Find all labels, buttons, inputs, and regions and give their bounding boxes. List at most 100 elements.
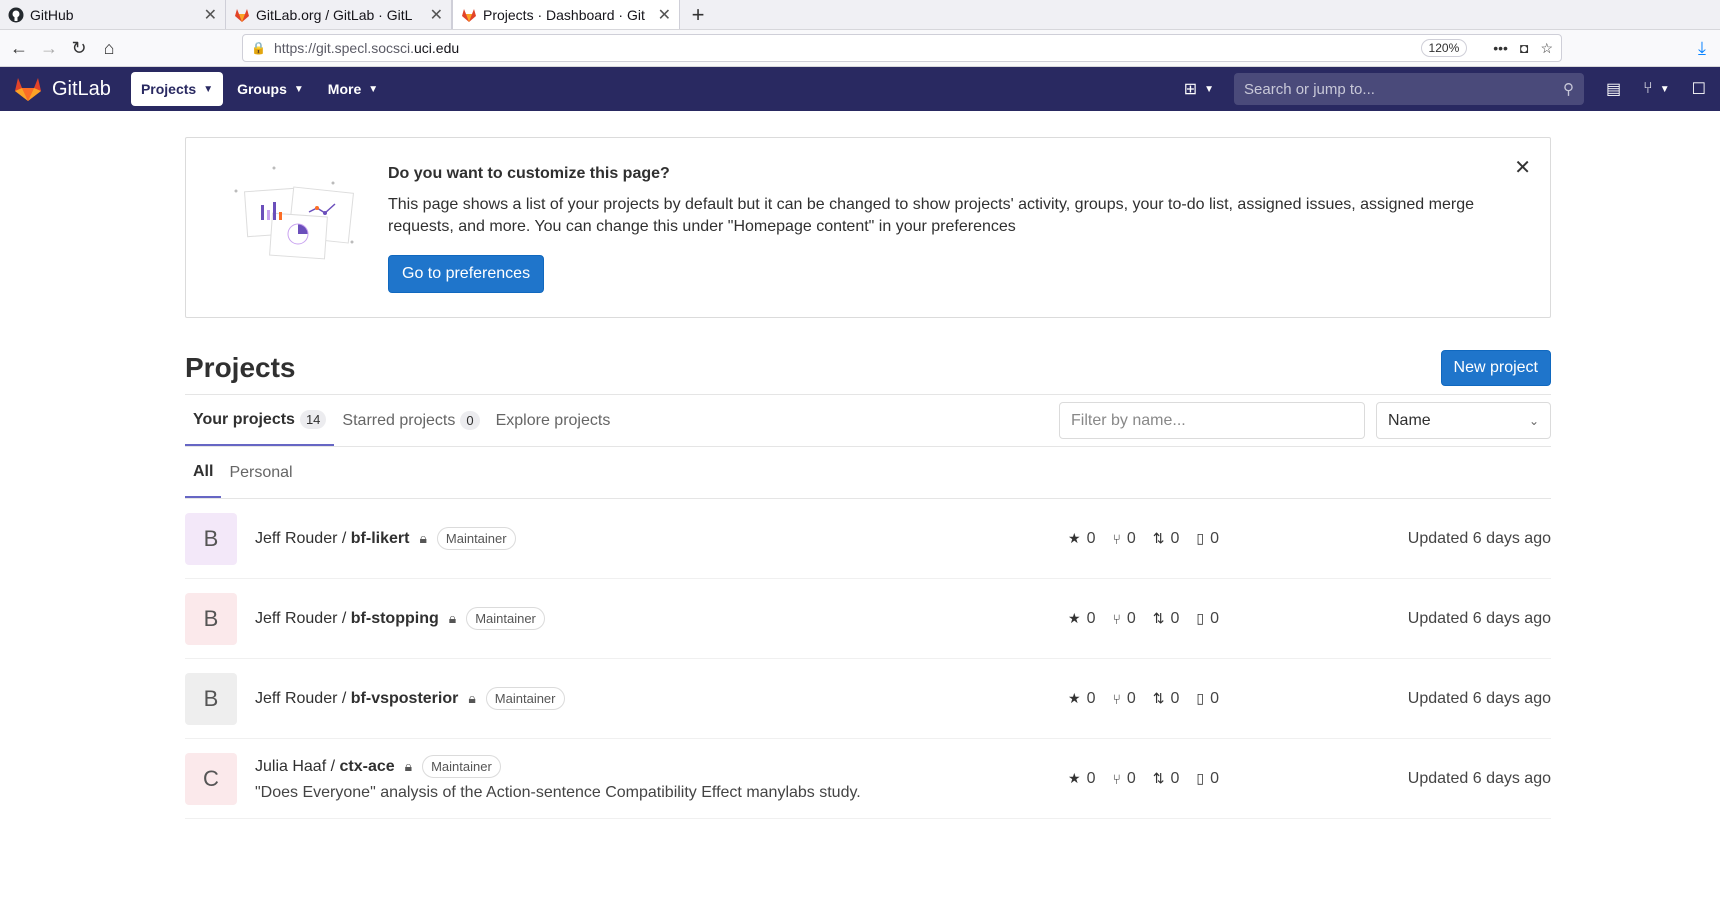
bookmark-star-icon[interactable]: ☆ (1540, 40, 1553, 57)
tab-your-projects[interactable]: Your projects 14 (185, 395, 335, 446)
home-icon[interactable]: ⌂ (94, 33, 124, 63)
issues-count[interactable]: ▯ 0 (1196, 690, 1219, 708)
project-link[interactable]: Jeff Rouder / bf-stopping (255, 610, 439, 628)
close-icon[interactable]: ✕ (204, 5, 217, 25)
forward-icon[interactable]: → (34, 33, 64, 63)
updated-time: Updated 6 days ago (1407, 769, 1551, 787)
customize-banner: Do you want to customize this page? This… (185, 137, 1551, 318)
forks-count[interactable]: ⑂ 0 (1112, 610, 1135, 628)
back-icon[interactable]: ← (4, 33, 34, 63)
nav-more[interactable]: More ▼ (318, 72, 388, 106)
lock-icon: 🔒︎ (448, 610, 457, 626)
project-link[interactable]: Julia Haaf / ctx-ace (255, 758, 395, 776)
issues-icon: ▯ (1196, 690, 1205, 706)
browser-tab-gitlab-org[interactable]: GitLab.org / GitLab · GitL ✕ (226, 0, 452, 29)
project-namespace: Jeff Rouder / (255, 609, 351, 627)
forks-count[interactable]: ⑂ 0 (1112, 690, 1135, 708)
project-info: Jeff Rouder / bf-vsposterior 🔒︎ Maintain… (255, 687, 1551, 710)
project-row[interactable]: B Jeff Rouder / bf-vsposterior 🔒︎ Mainta… (185, 659, 1551, 739)
project-avatar[interactable]: C (185, 752, 237, 805)
merge-requests-count[interactable]: ⇅ 0 (1153, 530, 1180, 548)
close-icon[interactable]: ✕ (1514, 155, 1531, 180)
star-icon: ★ (1068, 610, 1081, 626)
project-list: B Jeff Rouder / bf-likert 🔒︎ Maintainer … (185, 499, 1551, 819)
merge-requests-count[interactable]: ⇅ 0 (1153, 610, 1180, 628)
project-avatar[interactable]: B (185, 592, 237, 645)
chevron-down-icon: ▼ (1204, 83, 1215, 95)
new-project-button[interactable]: New project (1440, 349, 1551, 386)
issues-icon: ▯ (1196, 530, 1205, 546)
search-input[interactable]: Search or jump to... ⚲ (1234, 73, 1585, 105)
brand-name: GitLab (52, 77, 111, 100)
lock-icon: 🔒︎ (468, 690, 476, 706)
gitlab-icon (235, 8, 249, 22)
project-row[interactable]: B Jeff Rouder / bf-stopping 🔒︎ Maintaine… (185, 579, 1551, 659)
updated-time: Updated 6 days ago (1407, 529, 1551, 547)
reload-icon[interactable]: ↻ (64, 33, 94, 63)
project-stats: ★ 0 ⑂ 0 ⇅ 0 ▯ 0 (1068, 530, 1236, 548)
issues-count[interactable]: ▯ 0 (1196, 610, 1219, 628)
tab-starred-projects[interactable]: Starred projects 0 (334, 395, 487, 446)
issues-count[interactable]: ▯ 0 (1196, 770, 1219, 788)
merge-request-icon: ⇅ (1152, 610, 1165, 626)
tab-explore-projects[interactable]: Explore projects (488, 395, 619, 446)
issues-count[interactable]: ▯ 0 (1196, 530, 1219, 548)
forks-count[interactable]: ⑂ 0 (1112, 530, 1135, 548)
projects-tabs: Your projects 14 Starred projects 0 Explor… (185, 395, 1551, 447)
subtab-all[interactable]: All (185, 447, 222, 498)
filter-by-name-input[interactable]: Filter by name... (1059, 402, 1365, 439)
new-menu[interactable]: ⊞ ▼ (1184, 79, 1214, 99)
project-row[interactable]: B Jeff Rouder / bf-likert 🔒︎ Maintainer … (185, 499, 1551, 579)
browser-tab-title: GitLab.org / GitLab · GitL (256, 6, 413, 23)
stars-count[interactable]: ★ 0 (1068, 690, 1095, 708)
gitlab-icon (462, 8, 476, 22)
updated-time: Updated 6 days ago (1407, 689, 1551, 707)
close-icon[interactable]: ✕ (430, 5, 443, 25)
project-info: Jeff Rouder / bf-stopping 🔒︎ Maintainer (255, 607, 1551, 630)
plus-square-icon: ⊞ (1183, 81, 1198, 98)
browser-tab-github[interactable]: GitHub ✕ (0, 0, 226, 29)
merge-request-icon[interactable]: ⑂ ▼ (1643, 80, 1670, 98)
issues-icon[interactable]: ▤ (1606, 79, 1621, 99)
pocket-icon[interactable]: ◘ (1520, 40, 1528, 56)
stars-count[interactable]: ★ 0 (1068, 530, 1095, 548)
project-title: Jeff Rouder / bf-likert 🔒︎ Maintainer (255, 527, 1551, 550)
merge-requests-count[interactable]: ⇅ 0 (1153, 770, 1180, 788)
role-badge: Maintainer (485, 687, 565, 710)
go-to-preferences-button[interactable]: Go to preferences (388, 255, 545, 293)
new-tab-button[interactable]: + (680, 0, 716, 29)
zoom-level[interactable]: 120% (1420, 39, 1468, 57)
fork-icon: ⑂ (1112, 610, 1121, 627)
merge-requests-count[interactable]: ⇅ 0 (1153, 690, 1180, 708)
project-link[interactable]: Jeff Rouder / bf-likert (255, 530, 409, 548)
gitlab-logo-icon (15, 78, 41, 101)
subtab-personal[interactable]: Personal (221, 447, 300, 498)
project-namespace: Julia Haaf / (255, 757, 340, 775)
role-badge: Maintainer (422, 755, 501, 778)
lock-icon: 🔒︎ (404, 758, 413, 774)
more-actions-icon[interactable]: ••• (1493, 40, 1508, 56)
project-name: bf-likert (350, 529, 410, 547)
close-icon[interactable]: ✕ (658, 5, 671, 25)
project-stats: ★ 0 ⑂ 0 ⇅ 0 ▯ 0 (1068, 690, 1236, 708)
address-bar[interactable]: 🔒 https://git.specl.socsci.uci.edu 120% … (242, 34, 1562, 62)
project-avatar[interactable]: B (185, 512, 237, 565)
stars-count[interactable]: ★ 0 (1068, 610, 1095, 628)
page-title: Projects (185, 351, 296, 383)
forks-count[interactable]: ⑂ 0 (1112, 770, 1135, 788)
todo-icon[interactable]: ☐ (1692, 79, 1706, 99)
nav-projects[interactable]: Projects ▼ (130, 72, 224, 106)
gitlab-logo[interactable]: GitLab (14, 76, 111, 102)
project-description: "Does Everyone" analysis of the Action-s… (255, 784, 861, 801)
sort-dropdown[interactable]: Name ⌄ (1376, 402, 1551, 439)
download-icon[interactable]: ⤓ (1698, 38, 1706, 59)
browser-tab-bar: GitHub ✕ GitLab.org / GitLab · GitL ✕ Pr… (0, 0, 1720, 30)
project-avatar[interactable]: B (185, 672, 237, 725)
stars-count[interactable]: ★ 0 (1068, 770, 1095, 788)
banner-body: This page shows a list of your projects … (388, 196, 1474, 235)
browser-tab-projects-dashboard[interactable]: Projects · Dashboard · Git ✕ (452, 0, 680, 29)
project-link[interactable]: Jeff Rouder / bf-vsposterior (255, 690, 458, 708)
merge-request-icon: ⇅ (1152, 530, 1165, 546)
nav-groups[interactable]: Groups ▼ (227, 72, 314, 106)
project-row[interactable]: C Julia Haaf / ctx-ace 🔒︎ Maintainer "Do… (185, 739, 1551, 819)
